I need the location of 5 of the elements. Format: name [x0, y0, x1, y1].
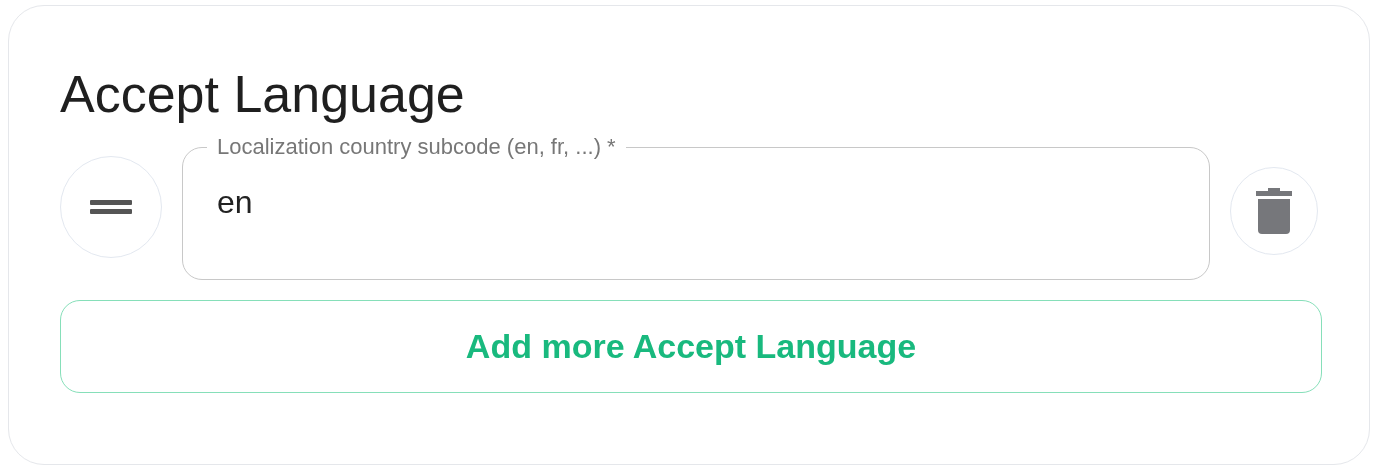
section-title: Accept Language	[60, 64, 466, 124]
value-text: en	[207, 178, 1185, 226]
trash-icon	[1256, 188, 1292, 234]
field-label: Localization country subcode (en, fr, ...) *	[216, 134, 617, 160]
drag-handle-icon	[90, 200, 132, 214]
